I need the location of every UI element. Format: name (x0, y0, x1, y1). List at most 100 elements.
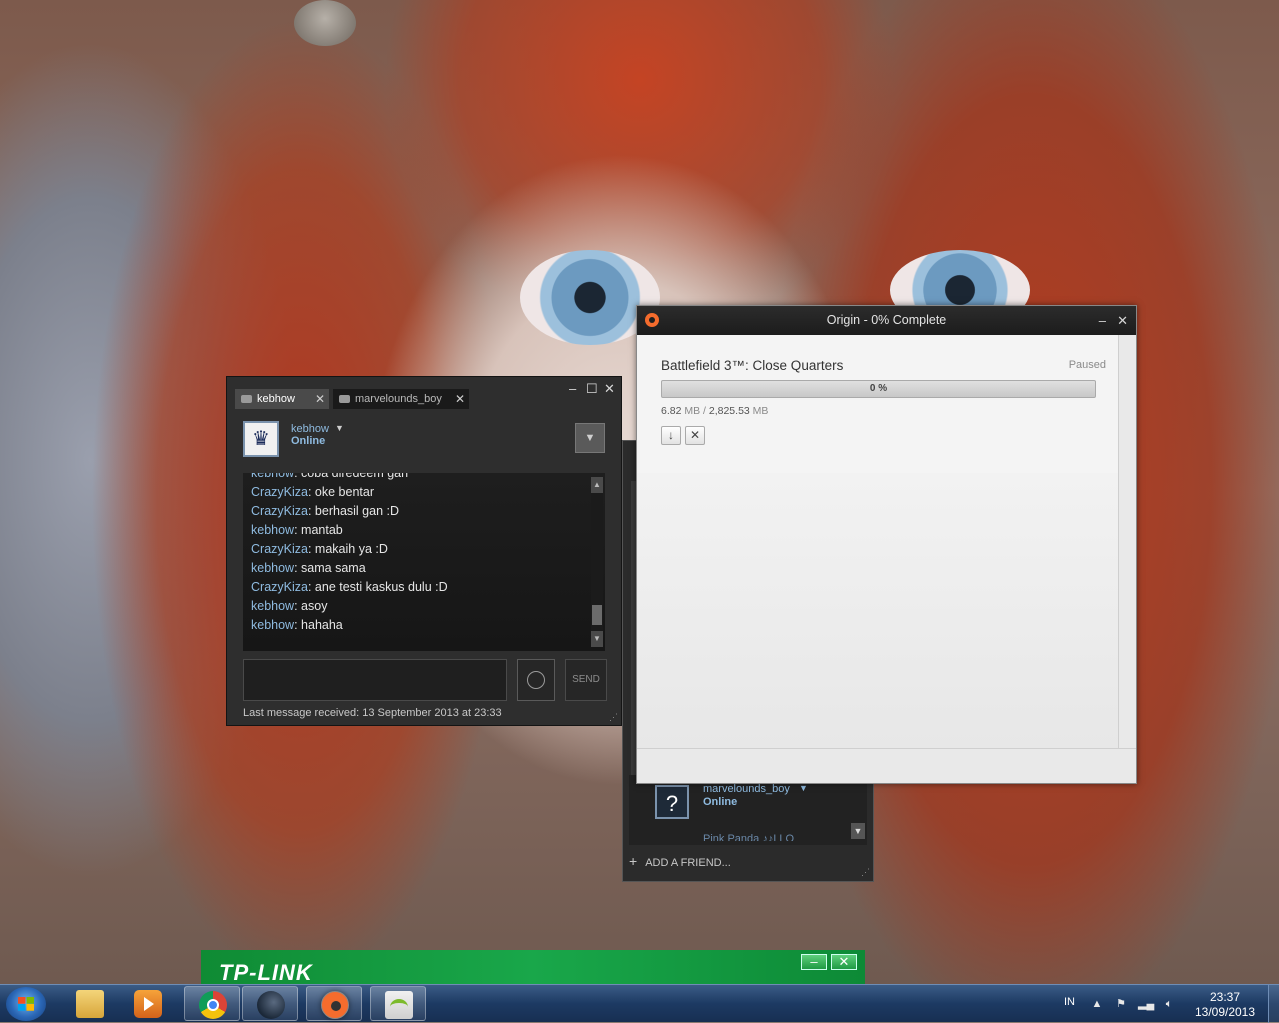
plus-icon: + (629, 853, 638, 869)
taskbar-chrome[interactable] (184, 986, 240, 1021)
friend-chevron-down-icon[interactable]: ▼ (799, 783, 808, 793)
taskbar-origin[interactable] (306, 986, 362, 1021)
minimize-icon[interactable]: – (569, 381, 576, 396)
chat-message: kebhow: asoy (251, 599, 328, 613)
close-icon[interactable]: ✕ (604, 381, 615, 397)
game-title: Battlefield 3™: Close Quarters (661, 358, 844, 373)
minimize-icon[interactable]: – (801, 954, 827, 970)
origin-download-window[interactable]: Origin - 0% Complete – ✕ Battlefield 3™:… (636, 305, 1137, 784)
friend-name[interactable]: marvelounds_boy (703, 783, 790, 795)
language-indicator[interactable]: IN (1064, 996, 1075, 1008)
chat-log[interactable]: kebhow: coba diredeem gan CrazyKiza: oke … (243, 473, 605, 651)
origin-window-title: Origin - 0% Complete (826, 313, 947, 327)
add-friend-label: ADD A FRIEND... (645, 857, 731, 869)
x-icon: ✕ (689, 428, 701, 442)
chat-tab-marvelounds-boy[interactable]: marvelounds_boy ✕ (333, 389, 469, 409)
smiley-icon (527, 671, 545, 689)
friend-avatar-unknown-icon[interactable]: ? (655, 785, 689, 819)
user-status: Online (291, 435, 326, 447)
origin-logo-icon (645, 313, 659, 327)
total-amount: 2,825.53 (708, 405, 750, 417)
download-state: Paused (1068, 359, 1106, 371)
network-signal-icon[interactable]: ▂▄ (1138, 997, 1154, 1011)
message-author: kebhow (251, 523, 295, 537)
resize-grip-icon[interactable]: ⋰ (609, 712, 618, 723)
message-author: kebhow (251, 473, 295, 480)
steam-icon (257, 991, 285, 1019)
cancel-download-button[interactable]: ✕ (685, 426, 705, 445)
message-text: berhasil gan :D (314, 504, 399, 518)
start-button[interactable] (6, 987, 46, 1021)
volume-icon[interactable]: 🔈︎ (1162, 997, 1176, 1011)
chat-scrollbar[interactable]: ▲ ▼ (591, 477, 603, 647)
resume-download-button[interactable]: ↓ (661, 426, 681, 445)
chat-message: CrazyKiza: ane testi kaskus dulu :D (251, 580, 448, 594)
download-progress-bar: 0 % (661, 380, 1096, 398)
friends-scroll-down-button[interactable]: ▼ (851, 823, 865, 839)
taskbar-steam[interactable] (242, 986, 298, 1021)
chat-bubble-icon (241, 395, 252, 403)
chat-message: CrazyKiza: berhasil gan :D (251, 504, 399, 518)
chevron-down-icon[interactable]: ▼ (335, 423, 344, 433)
close-tab-icon[interactable]: ✕ (455, 389, 465, 409)
footer-divider (637, 748, 1136, 749)
scroll-thumb[interactable] (592, 605, 602, 625)
chat-bubble-icon (339, 395, 350, 403)
send-button[interactable]: SEND (565, 659, 607, 701)
add-friend-button[interactable]: + ADD A FRIEND... (629, 853, 731, 869)
close-tab-icon[interactable]: ✕ (315, 389, 325, 409)
taskbar-media-player[interactable] (120, 986, 176, 1021)
chat-tab-label: kebhow (257, 393, 295, 405)
message-text: makaih ya :D (314, 542, 388, 556)
taskbar-explorer[interactable] (62, 986, 118, 1021)
message-text: oke bentar (314, 485, 374, 499)
tplink-utility-window[interactable]: TP-LINK – ✕ (201, 950, 865, 985)
message-text: coba diredeem gan (301, 473, 409, 480)
clock-date: 13/09/2013 (1194, 1005, 1256, 1019)
system-clock[interactable]: 23:37 13/09/2013 (1190, 990, 1260, 1020)
message-text: mantab (301, 523, 343, 537)
resize-grip-icon[interactable]: ⋰ (861, 867, 870, 878)
chat-message: CrazyKiza: oke bentar (251, 485, 374, 499)
explorer-icon (76, 990, 104, 1018)
message-text: hahaha (301, 618, 343, 632)
downloaded-unit: MB (684, 405, 701, 417)
taskbar-wireless-utility[interactable] (370, 986, 426, 1021)
chat-messages: kebhow: coba diredeem gan CrazyKiza: oke … (251, 473, 585, 635)
show-hidden-icons-icon[interactable]: ▲ (1090, 997, 1104, 1011)
divider (1118, 335, 1119, 748)
chat-tab-label: marvelounds_boy (355, 393, 442, 405)
friend-status: Online (703, 796, 738, 808)
message-author: kebhow (251, 618, 295, 632)
emoticon-button[interactable] (517, 659, 555, 701)
chat-message-input[interactable] (243, 659, 507, 701)
chat-options-dropdown-button[interactable]: ▼ (575, 423, 605, 453)
user-name[interactable]: kebhow (291, 423, 329, 435)
user-avatar[interactable]: ♛ (243, 421, 279, 457)
friend-name-2[interactable]: Pink Panda ♪♪LLO (703, 833, 794, 841)
scroll-down-icon[interactable]: ▼ (591, 631, 603, 647)
minimize-icon[interactable]: – (1099, 306, 1106, 335)
chat-message: kebhow: coba diredeem gan (251, 473, 585, 483)
coat-button-decoration (294, 0, 356, 46)
message-author: CrazyKiza (251, 542, 308, 556)
message-author: CrazyKiza (251, 504, 308, 518)
taskbar: IN ▲ ⚑ ▂▄ 🔈︎ 23:37 13/09/2013 (0, 984, 1279, 1023)
show-desktop-button[interactable] (1268, 985, 1279, 1023)
chat-tab-kebhow[interactable]: kebhow ✕ (235, 389, 329, 409)
chat-message: kebhow: mantab (251, 523, 343, 537)
close-icon[interactable]: ✕ (831, 954, 857, 970)
message-author: kebhow (251, 599, 295, 613)
clock-time: 23:37 (1209, 990, 1241, 1004)
download-size: 6.82 MB / 2,825.53 MB (661, 405, 769, 417)
message-author: CrazyKiza (251, 485, 308, 499)
maximize-icon[interactable]: ☐ (586, 381, 598, 397)
action-center-flag-icon[interactable]: ⚑ (1114, 997, 1128, 1011)
message-author: CrazyKiza (251, 580, 308, 594)
origin-content-area (637, 473, 1118, 748)
download-item: Battlefield 3™: Close Quarters Paused 0 … (637, 335, 1118, 474)
origin-title-bar[interactable]: Origin - 0% Complete – ✕ (637, 306, 1136, 335)
scroll-up-icon[interactable]: ▲ (591, 477, 603, 493)
steam-chat-window[interactable]: kebhow ✕ marvelounds_boy ✕ – ☐ ✕ ♛ kebho… (226, 376, 622, 726)
close-icon[interactable]: ✕ (1117, 306, 1128, 335)
